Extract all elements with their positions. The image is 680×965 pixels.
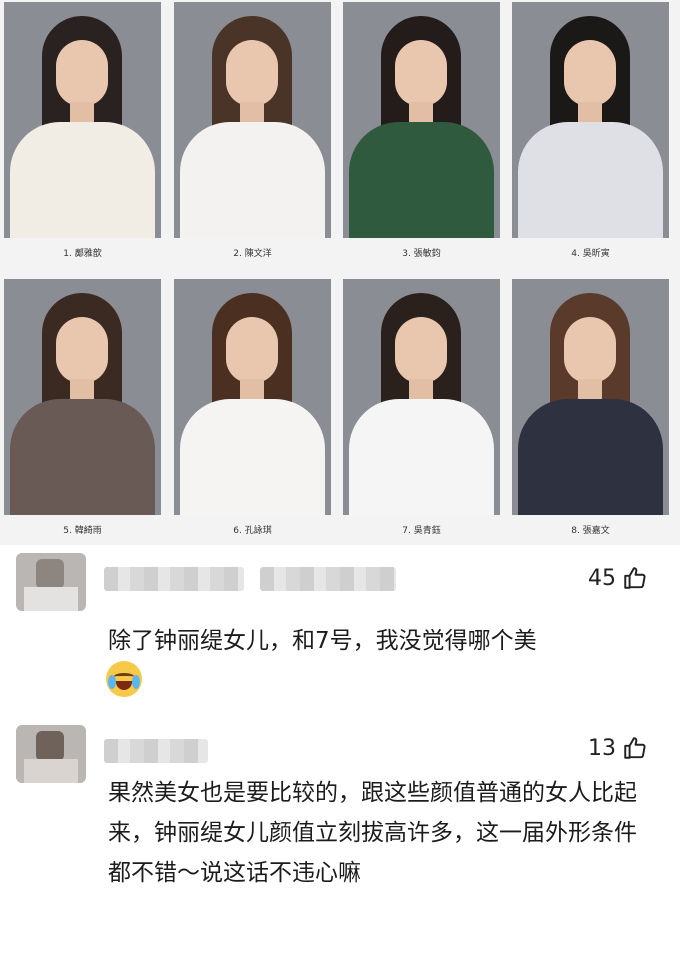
contestant-photo (512, 2, 669, 238)
contestant-card-3[interactable]: 3. 張敏鈞 (343, 2, 500, 264)
contestant-card-6[interactable]: 6. 孔詠琪 (174, 279, 331, 541)
contestant-card-1[interactable]: 1. 鄺雅歆 (4, 2, 161, 264)
contestant-photo (512, 279, 669, 515)
contestant-caption: 5. 韓綺雨 (63, 526, 102, 536)
contestant-card-5[interactable]: 5. 韓綺雨 (4, 279, 161, 541)
contestant-card-4[interactable]: 4. 吳昕寅 (512, 2, 669, 264)
comment-text: 除了钟丽缇女儿，和7号，我没觉得哪个美 (108, 628, 537, 654)
contestant-caption: 3. 張敏鈞 (402, 249, 441, 259)
comment-list: 45 除了钟丽缇女儿，和7号，我没觉得哪个美 13 果然美女也是要比较的，跟这些… (0, 545, 680, 965)
like-count: 45 (588, 565, 616, 591)
like-button[interactable]: 45 (588, 565, 648, 591)
thumbs-up-icon (622, 565, 648, 591)
contestant-photo (343, 2, 500, 238)
contestant-card-8[interactable]: 8. 張嘉文 (512, 279, 669, 541)
contestant-photo (174, 279, 331, 515)
contestant-photo (4, 279, 161, 515)
contestant-grid: 1. 鄺雅歆 2. 陳文洋 3. 張敏鈞 4. 吳昕寅 5. 韓綺雨 6. 孔詠… (0, 0, 680, 545)
user-badge-blurred (260, 567, 396, 591)
contestant-photo (4, 2, 161, 238)
contestant-caption: 8. 張嘉文 (571, 526, 610, 536)
contestant-caption: 4. 吳昕寅 (571, 249, 610, 259)
contestant-card-7[interactable]: 7. 吳青鈺 (343, 279, 500, 541)
contestant-photo (174, 2, 331, 238)
like-button[interactable]: 13 (588, 735, 648, 761)
like-count: 13 (588, 735, 616, 761)
contestant-caption: 7. 吳青鈺 (402, 526, 441, 536)
comment-text: 果然美女也是要比较的，跟这些颜值普通的女人比起来，钟丽缇女儿颜值立刻拔高许多，这… (108, 780, 637, 886)
loudly-crying-face-icon (106, 661, 142, 697)
contestant-photo (343, 279, 500, 515)
contestant-caption: 2. 陳文洋 (233, 249, 272, 259)
contestant-caption: 1. 鄺雅歆 (63, 249, 102, 259)
avatar[interactable] (16, 725, 86, 783)
contestant-caption: 6. 孔詠琪 (233, 526, 272, 536)
contestant-card-2[interactable]: 2. 陳文洋 (174, 2, 331, 264)
avatar[interactable] (16, 553, 86, 611)
username-blurred[interactable] (104, 567, 244, 591)
username-blurred[interactable] (104, 739, 208, 763)
thumbs-up-icon (622, 735, 648, 761)
